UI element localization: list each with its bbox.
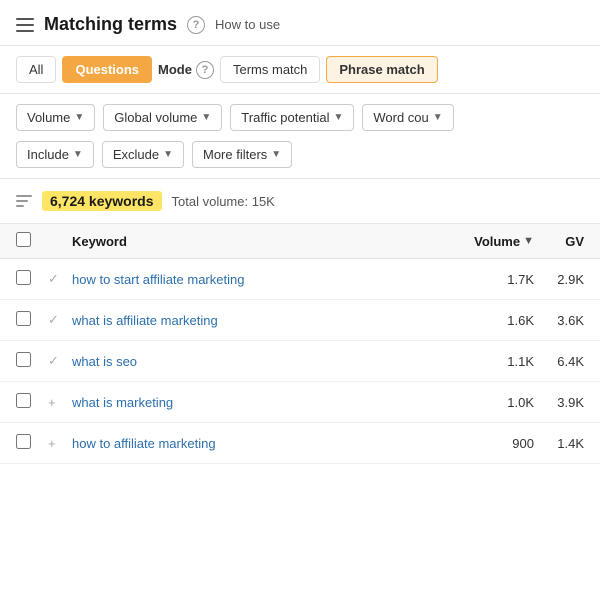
include-arrow-icon: ▼ xyxy=(73,149,83,160)
row-check-3 xyxy=(16,393,48,411)
page-title: Matching terms xyxy=(44,14,177,35)
tab-questions[interactable]: Questions xyxy=(62,56,152,83)
include-filter[interactable]: Include ▼ xyxy=(16,141,94,168)
th-volume[interactable]: Volume ▼ xyxy=(454,234,534,249)
row-gv-0: 2.9K xyxy=(534,272,584,287)
exclude-arrow-icon: ▼ xyxy=(163,149,173,160)
sort-icon[interactable] xyxy=(16,195,32,207)
traffic-potential-filter[interactable]: Traffic potential ▼ xyxy=(230,104,354,131)
exclude-filter[interactable]: Exclude ▼ xyxy=(102,141,184,168)
hamburger-icon[interactable] xyxy=(16,18,34,32)
mode-label: Mode ? xyxy=(158,61,214,79)
filters-row-2: Include ▼ Exclude ▼ More filters ▼ xyxy=(0,141,600,179)
volume-sort-icon: ▼ xyxy=(523,235,534,247)
how-to-use-link[interactable]: How to use xyxy=(215,17,280,32)
row-volume-0: 1.7K xyxy=(454,272,534,287)
word-count-arrow-icon: ▼ xyxy=(433,112,443,123)
row-gv-4: 1.4K xyxy=(534,436,584,451)
row-checkbox-2[interactable] xyxy=(16,352,31,367)
table-row: + what is marketing 1.0K 3.9K xyxy=(0,382,600,423)
table-row: + how to affiliate marketing 900 1.4K xyxy=(0,423,600,464)
help-icon[interactable]: ? xyxy=(187,16,205,34)
row-check-0 xyxy=(16,270,48,288)
traffic-arrow-icon: ▼ xyxy=(333,112,343,123)
more-filters-arrow-icon: ▼ xyxy=(271,149,281,160)
keyword-count: 6,724 keywords xyxy=(42,191,162,211)
mode-help-icon[interactable]: ? xyxy=(196,61,214,79)
row-keyword-2[interactable]: what is seo xyxy=(72,354,454,369)
tab-phrase-match[interactable]: Phrase match xyxy=(326,56,437,83)
row-check-4 xyxy=(16,434,48,452)
row-checkbox-3[interactable] xyxy=(16,393,31,408)
th-check xyxy=(16,232,48,250)
row-keyword-1[interactable]: what is affiliate marketing xyxy=(72,313,454,328)
row-status-icon-0: ✓ xyxy=(48,271,72,287)
row-checkbox-4[interactable] xyxy=(16,434,31,449)
table-row: ✓ how to start affiliate marketing 1.7K … xyxy=(0,259,600,300)
row-volume-4: 900 xyxy=(454,436,534,451)
tab-terms-match[interactable]: Terms match xyxy=(220,56,320,83)
row-gv-2: 6.4K xyxy=(534,354,584,369)
row-checkbox-0[interactable] xyxy=(16,270,31,285)
row-keyword-4[interactable]: how to affiliate marketing xyxy=(72,436,454,451)
row-status-icon-2: ✓ xyxy=(48,353,72,369)
th-keyword: Keyword xyxy=(72,234,454,249)
global-volume-arrow-icon: ▼ xyxy=(201,112,211,123)
row-status-icon-3: + xyxy=(48,395,72,410)
summary-row: 6,724 keywords Total volume: 15K xyxy=(0,179,600,224)
volume-arrow-icon: ▼ xyxy=(74,112,84,123)
more-filters[interactable]: More filters ▼ xyxy=(192,141,292,168)
row-volume-3: 1.0K xyxy=(454,395,534,410)
row-gv-1: 3.6K xyxy=(534,313,584,328)
row-check-2 xyxy=(16,352,48,370)
th-gv: GV xyxy=(534,234,584,249)
row-status-icon-4: + xyxy=(48,436,72,451)
row-gv-3: 3.9K xyxy=(534,395,584,410)
table-row: ✓ what is seo 1.1K 6.4K xyxy=(0,341,600,382)
row-keyword-3[interactable]: what is marketing xyxy=(72,395,454,410)
page-header: Matching terms ? How to use xyxy=(0,0,600,46)
tab-all[interactable]: All xyxy=(16,56,56,83)
word-count-filter[interactable]: Word cou ▼ xyxy=(362,104,453,131)
row-check-1 xyxy=(16,311,48,329)
row-checkbox-1[interactable] xyxy=(16,311,31,326)
row-volume-1: 1.6K xyxy=(454,313,534,328)
row-keyword-0[interactable]: how to start affiliate marketing xyxy=(72,272,454,287)
volume-filter[interactable]: Volume ▼ xyxy=(16,104,95,131)
total-volume: Total volume: 15K xyxy=(172,194,275,209)
table-body: ✓ how to start affiliate marketing 1.7K … xyxy=(0,259,600,464)
row-status-icon-1: ✓ xyxy=(48,312,72,328)
table-header: Keyword Volume ▼ GV xyxy=(0,224,600,259)
select-all-checkbox[interactable] xyxy=(16,232,31,247)
tabs-row: All Questions Mode ? Terms match Phrase … xyxy=(0,46,600,94)
global-volume-filter[interactable]: Global volume ▼ xyxy=(103,104,222,131)
filters-row-1: Volume ▼ Global volume ▼ Traffic potenti… xyxy=(0,94,600,141)
row-volume-2: 1.1K xyxy=(454,354,534,369)
table-row: ✓ what is affiliate marketing 1.6K 3.6K xyxy=(0,300,600,341)
